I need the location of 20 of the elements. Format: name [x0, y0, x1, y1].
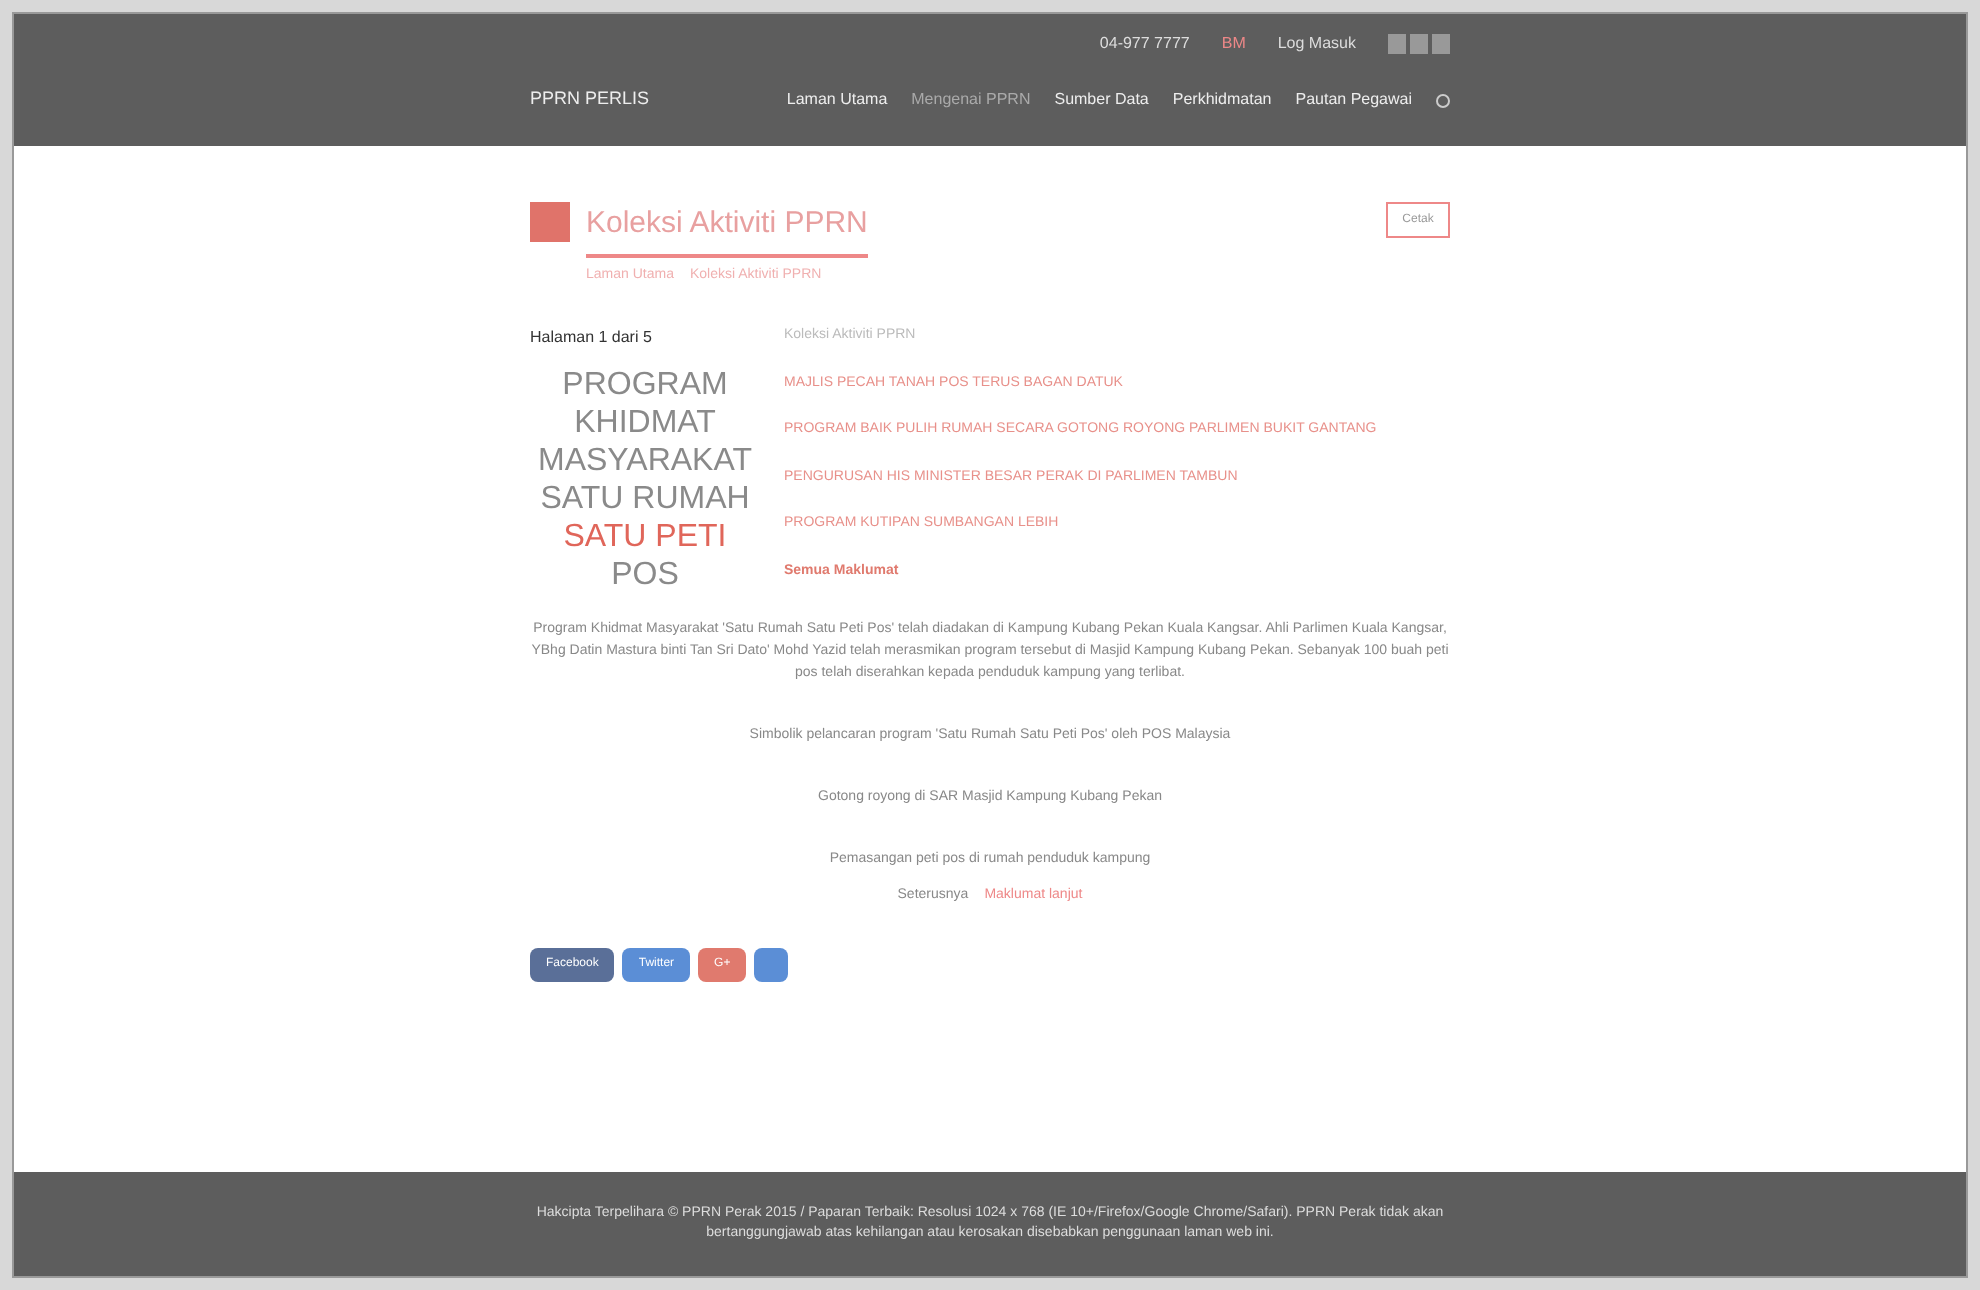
nav-link[interactable]: Sumber Data [1054, 88, 1149, 112]
page-icon [530, 202, 570, 242]
page-info: Halaman 1 dari 5 [530, 326, 654, 350]
nav-link[interactable]: Perkhidmatan [1172, 88, 1272, 112]
search-icon[interactable] [1436, 93, 1450, 107]
share-button[interactable] [754, 947, 789, 981]
poster-text: SATU RUMAH [540, 480, 750, 518]
poster-text: MASYARAKAT [538, 442, 752, 480]
nav-link[interactable]: Laman Utama [786, 88, 888, 112]
poster-text: KHIDMAT [574, 404, 716, 442]
nav-link[interactable]: Pautan Pegawai [1295, 88, 1412, 112]
poster-text: SATU PETI [563, 518, 727, 556]
nav-link[interactable]: Mengenai PPRN [911, 88, 1031, 112]
login-link[interactable]: Log Masuk [1277, 32, 1356, 56]
poster-text: POS [611, 556, 679, 594]
poster-text: PROGRAM [562, 366, 728, 404]
page-title: Koleksi Aktiviti PPRN [586, 202, 868, 257]
phone-text: 04-977 7777 [1099, 32, 1190, 56]
language-link[interactable]: BM [1221, 32, 1246, 56]
site-brand[interactable]: PPRN PERLIS [530, 86, 650, 114]
